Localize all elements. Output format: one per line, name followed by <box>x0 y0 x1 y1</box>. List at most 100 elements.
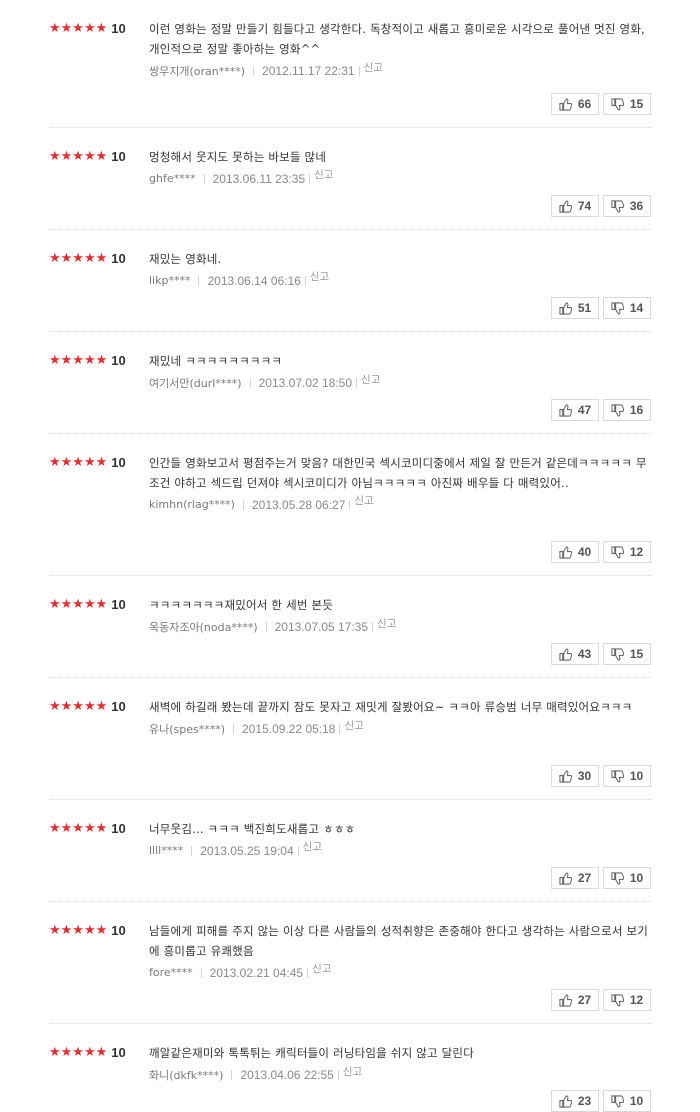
star-rating-icon: ★★★★★ <box>49 21 108 36</box>
divider <box>249 378 251 388</box>
divider <box>191 845 193 856</box>
report-link[interactable]: 신고 <box>310 269 329 284</box>
dislike-button[interactable]: 14 <box>603 297 651 319</box>
divider <box>203 173 205 184</box>
dislike-count: 10 <box>629 769 644 783</box>
thumbs-down-icon <box>611 97 624 111</box>
dislike-count: 16 <box>629 403 644 417</box>
like-button[interactable]: 30 <box>551 765 599 787</box>
like-button[interactable]: 27 <box>551 867 599 889</box>
like-button[interactable]: 74 <box>551 195 599 217</box>
star-rating-icon: ★★★★★ <box>49 821 108 836</box>
divider <box>356 378 358 388</box>
report-link[interactable]: 신고 <box>343 1064 362 1079</box>
divider <box>233 724 235 734</box>
thumbs-down-icon <box>611 647 624 661</box>
divider <box>309 173 311 184</box>
dislike-button[interactable]: 16 <box>603 399 651 421</box>
report-link[interactable]: 신고 <box>361 372 380 387</box>
dislike-button[interactable]: 10 <box>603 765 651 787</box>
review-date: 2013.06.14 06:16 <box>207 273 301 288</box>
divider <box>372 622 374 632</box>
star-rating-icon: ★★★★★ <box>49 353 108 368</box>
rating-score: 10 <box>111 821 126 836</box>
rating: ★★★★★ 10 <box>49 922 126 940</box>
rating-score: 10 <box>111 251 126 266</box>
review-text: 남들에게 피해를 주지 않는 이상 다른 사람들의 성적취향은 존중해야 한다고… <box>149 924 649 958</box>
divider <box>349 499 351 510</box>
thumbs-up-icon <box>559 545 572 559</box>
review-date: 2013.05.25 19:04 <box>200 843 294 858</box>
report-link[interactable]: 신고 <box>303 839 322 854</box>
thumbs-down-icon <box>611 993 624 1007</box>
divider <box>200 967 202 978</box>
dislike-button[interactable]: 12 <box>603 541 651 563</box>
star-rating-icon: ★★★★★ <box>49 699 108 714</box>
rating: ★★★★★ 10 <box>49 698 126 716</box>
report-link[interactable]: 신고 <box>344 718 363 733</box>
review-author[interactable]: 여기서만(durl****) <box>149 375 242 391</box>
review-author[interactable]: 쌍무지개(oran****) <box>149 63 245 79</box>
divider <box>307 967 309 978</box>
report-link[interactable]: 신고 <box>314 167 333 182</box>
review-date: 2013.06.11 23:35 <box>212 171 306 186</box>
rating: ★★★★★ 10 <box>49 454 126 472</box>
report-link[interactable]: 신고 <box>354 493 373 508</box>
review-date: 2013.04.06 22:55 <box>240 1068 334 1082</box>
dislike-count: 10 <box>629 1094 644 1108</box>
like-button[interactable]: 51 <box>551 297 599 319</box>
review-author[interactable]: 옥동자조아(noda****) <box>149 619 258 635</box>
rating-score: 10 <box>111 21 126 36</box>
dislike-button[interactable]: 10 <box>603 1090 651 1112</box>
review-text: 새벽에 하길래 봤는데 끝까지 잠도 못자고 재밋게 잘봤어요~ ㅋㅋ아 류승범… <box>149 700 633 714</box>
report-link[interactable]: 신고 <box>377 616 396 631</box>
review-item: ★★★★★ 10 재밌는 영화네. likp**** 2013.06.14 06… <box>49 230 651 332</box>
review-author[interactable]: kimhn(rlag****) <box>149 498 235 511</box>
like-button[interactable]: 47 <box>551 399 599 421</box>
dislike-button[interactable]: 15 <box>603 93 651 115</box>
review-text: 이런 영화는 정말 만들기 힘들다고 생각한다. 독창적이고 새롭고 흥미로운 … <box>149 22 645 56</box>
review-text: 너무웃김... ㅋㅋㅋ 백진희도새롭고 ㅎㅎㅎ <box>149 822 356 836</box>
divider <box>339 724 341 734</box>
review-date: 2013.02.21 04:45 <box>209 965 304 980</box>
like-count: 51 <box>577 301 592 315</box>
thumbs-down-icon <box>611 545 624 559</box>
like-button[interactable]: 66 <box>551 93 599 115</box>
rating-score: 10 <box>111 597 126 612</box>
review-author[interactable]: 유나(spes****) <box>149 721 225 737</box>
review-author[interactable]: llll**** <box>149 844 183 857</box>
review-author[interactable]: 화니(dkfk****) <box>149 1067 223 1083</box>
rating: ★★★★★ 10 <box>49 352 126 370</box>
like-count: 23 <box>577 1094 592 1108</box>
thumbs-down-icon <box>611 301 624 315</box>
star-rating-icon: ★★★★★ <box>49 455 108 470</box>
dislike-button[interactable]: 15 <box>603 643 651 665</box>
rating: ★★★★★ 10 <box>49 1044 126 1062</box>
divider <box>231 1070 233 1080</box>
like-button[interactable]: 40 <box>551 541 599 563</box>
dislike-count: 15 <box>629 647 644 661</box>
review-author[interactable]: likp**** <box>149 274 190 287</box>
rating-score: 10 <box>111 353 126 368</box>
rating: ★★★★★ 10 <box>49 820 126 838</box>
like-button[interactable]: 43 <box>551 643 599 665</box>
thumbs-down-icon <box>611 1094 624 1108</box>
dislike-count: 14 <box>629 301 644 315</box>
like-count: 74 <box>577 199 592 213</box>
review-text: ㅋㅋㅋㅋㅋㅋㅋ재밌어서 한 세번 본듯 <box>149 598 334 612</box>
like-button[interactable]: 23 <box>551 1090 599 1112</box>
dislike-button[interactable]: 36 <box>603 195 651 217</box>
report-link[interactable]: 신고 <box>364 60 383 75</box>
dislike-button[interactable]: 10 <box>603 867 651 889</box>
dislike-button[interactable]: 12 <box>603 989 651 1011</box>
thumbs-up-icon <box>559 871 572 885</box>
review-text: 재밌는 영화네. <box>149 252 222 266</box>
thumbs-up-icon <box>559 647 572 661</box>
report-link[interactable]: 신고 <box>312 961 331 976</box>
like-count: 43 <box>577 647 592 661</box>
review-author[interactable]: fore**** <box>149 966 193 979</box>
like-button[interactable]: 27 <box>551 989 599 1011</box>
dislike-count: 12 <box>629 545 644 559</box>
review-author[interactable]: ghfe**** <box>149 172 196 185</box>
like-count: 30 <box>577 769 592 783</box>
